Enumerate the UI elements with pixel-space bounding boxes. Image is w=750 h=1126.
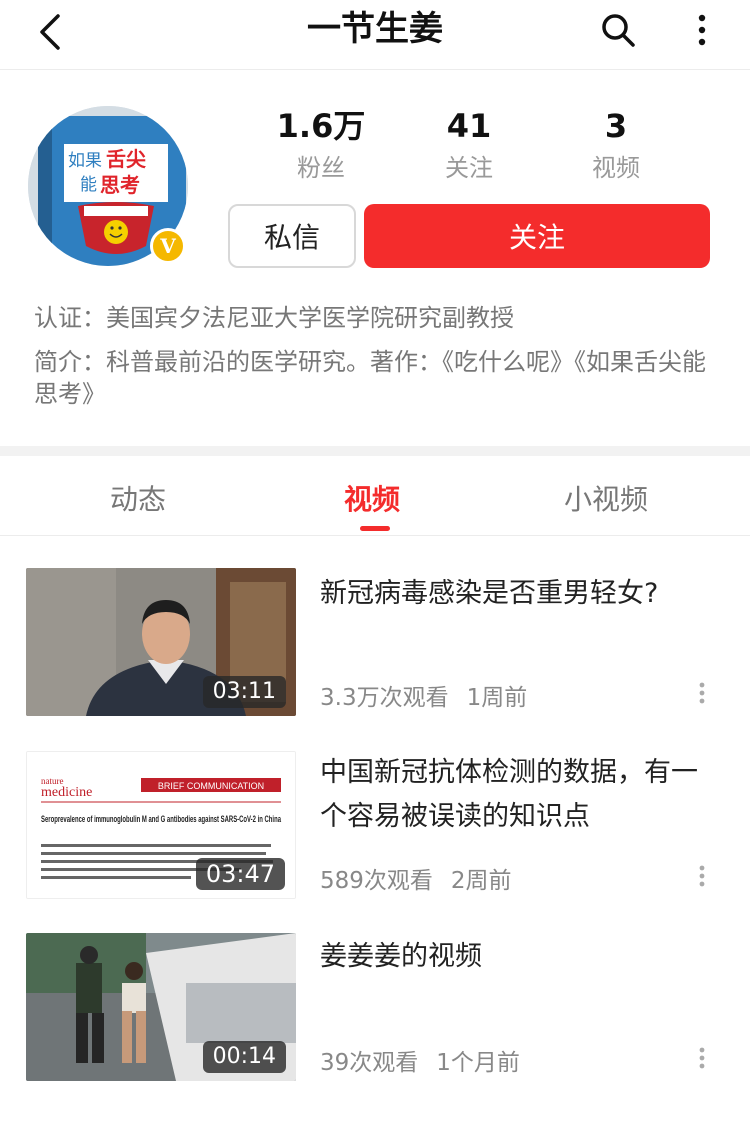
video-meta: 3.3万次观看 1周前 <box>320 678 527 712</box>
video-more-button[interactable] <box>690 861 714 891</box>
video-views: 39次观看 <box>320 1050 419 1076</box>
stat-following[interactable]: 41 关注 <box>404 108 534 182</box>
search-icon <box>602 14 635 47</box>
vertical-dots-icon <box>699 865 705 887</box>
video-time: 2周前 <box>450 868 512 894</box>
content-tabs: 动态 视频 小视频 <box>0 456 750 536</box>
active-tab-indicator <box>360 526 390 531</box>
tab-posts[interactable]: 动态 <box>110 478 166 518</box>
video-meta: 39次观看 1个月前 <box>320 1043 520 1077</box>
search-button[interactable] <box>596 8 640 52</box>
video-duration: 03:11 <box>202 676 286 708</box>
stat-followers[interactable]: 1.6万 粉丝 <box>256 108 386 182</box>
section-divider <box>0 446 750 456</box>
video-thumbnail[interactable]: nature medicine BRIEF COMMUNICATION Sero… <box>26 751 296 899</box>
stat-videos-value: 3 <box>604 107 628 145</box>
thumb-journal-b: medicine <box>41 785 92 800</box>
vertical-dots-icon <box>699 1047 705 1069</box>
avatar-text-c: 能 <box>80 175 97 195</box>
video-item[interactable]: 03:11 新冠病毒感染是否重男轻女? 3.3万次观看 1周前 <box>0 568 750 718</box>
video-thumbnail[interactable]: 03:11 <box>26 568 296 716</box>
certification-text: 认证：美国宾夕法尼亚大学医学院研究副教授 <box>34 304 514 332</box>
stat-followers-value: 1.6万 <box>276 107 366 145</box>
video-more-button[interactable] <box>690 678 714 708</box>
intro-text: 简介：科普最前沿的医学研究。著作：《吃什么呢》《如果舌尖能思考》 <box>34 348 706 408</box>
video-title[interactable]: 姜姜姜的视频 <box>320 935 720 979</box>
video-item[interactable]: 00:14 姜姜姜的视频 39次观看 1个月前 <box>0 933 750 1083</box>
video-time: 1周前 <box>466 685 528 711</box>
video-title[interactable]: 中国新冠抗体检测的数据，有一个容易被误读的知识点 <box>320 751 720 839</box>
tab-short-videos[interactable]: 小视频 <box>564 478 648 518</box>
video-duration: 00:14 <box>202 1041 286 1073</box>
more-options-button[interactable] <box>682 8 722 52</box>
message-button[interactable]: 私信 <box>228 204 356 268</box>
thumb-banner: BRIEF COMMUNICATION <box>158 781 264 791</box>
video-item[interactable]: nature medicine BRIEF COMMUNICATION Sero… <box>0 751 750 901</box>
verified-badge-icon: V <box>150 228 186 264</box>
vertical-dots-icon <box>699 682 705 704</box>
top-bar: 一节生姜 <box>0 0 750 70</box>
vertical-dots-icon <box>698 14 706 46</box>
video-views: 3.3万次观看 <box>320 685 449 711</box>
stat-videos[interactable]: 3 视频 <box>551 108 681 182</box>
tab-videos[interactable]: 视频 <box>344 478 400 518</box>
avatar-text-a: 如果 <box>68 151 102 171</box>
video-thumbnail[interactable]: 00:14 <box>26 933 296 1081</box>
thumb-paper-title: Seroprevalence of immunoglobulin M and G… <box>41 814 281 825</box>
video-duration: 03:47 <box>195 858 285 890</box>
stat-following-label: 关注 <box>445 154 493 182</box>
avatar-text-b: 舌尖 <box>106 147 146 171</box>
stat-videos-label: 视频 <box>592 154 640 182</box>
video-meta: 589次观看 2周前 <box>320 861 512 895</box>
avatar-text-d: 思考 <box>100 173 140 197</box>
video-views: 589次观看 <box>320 868 433 894</box>
stat-following-value: 41 <box>446 107 492 145</box>
video-more-button[interactable] <box>690 1043 714 1073</box>
follow-button[interactable]: 关注 <box>364 204 710 268</box>
stat-followers-label: 粉丝 <box>297 154 345 182</box>
video-time: 1个月前 <box>436 1050 520 1076</box>
video-title[interactable]: 新冠病毒感染是否重男轻女? <box>320 572 720 616</box>
